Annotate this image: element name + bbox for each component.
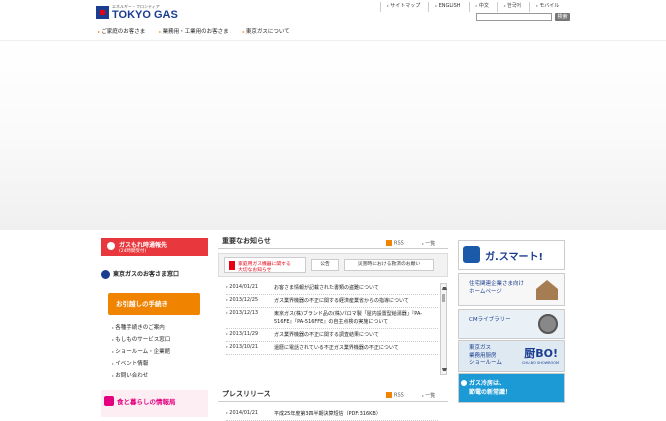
gas-cooling-line2: 節電の新常識！ xyxy=(469,389,512,396)
news-date: 2013/12/25 xyxy=(226,297,274,305)
tab-notice[interactable]: 公告 xyxy=(311,259,339,271)
chubo-logo: 厨BO! xyxy=(524,347,558,360)
customer-link[interactable]: 各種手続きのご案内 xyxy=(112,322,208,334)
news-date: 2014/01/21 xyxy=(226,284,274,292)
news-text[interactable]: ガス業界機器の不正に関する調査結果について xyxy=(274,331,379,339)
showroom-text: 東京ガス 業務用厨房 ショールーム xyxy=(469,345,502,368)
gas-smart-text: ガ.スマート! xyxy=(485,252,544,263)
gas-cooling-banner[interactable]: ガス冷房は、 節電の新常識！ xyxy=(458,373,565,403)
customer-links: 各種手続きのご案内 もしものサービス窓口 ショールーム・企業館 イベント情報 お… xyxy=(112,322,208,382)
showroom-line2: 業務用厨房 xyxy=(469,352,497,359)
customer-window-heading: 東京ガスのお客さま窓口 xyxy=(101,269,208,281)
kitchen-showroom-banner[interactable]: 東京ガス 業務用厨房 ショールーム 厨BO! CHU-BO SHOWROOM xyxy=(458,340,565,372)
showroom-line3: ショールーム xyxy=(469,360,502,366)
gnav-about[interactable]: 東京ガスについて xyxy=(243,27,290,35)
news-rss-link[interactable]: RSS xyxy=(386,240,404,247)
house-icon xyxy=(536,280,558,300)
press-list: 2014/01/21 平成25年度第3四半期決算短信（PDF:316KB） xyxy=(226,408,438,421)
press-section-title: プレスリリース xyxy=(222,390,271,398)
logo-mark-icon xyxy=(96,6,109,19)
scroll-up-icon[interactable] xyxy=(442,287,447,290)
util-link-korean[interactable]: 한국어 xyxy=(496,2,529,12)
search-input[interactable] xyxy=(476,13,552,21)
phone-icon xyxy=(107,242,115,250)
press-rss-link[interactable]: RSS xyxy=(386,392,404,399)
housing-line1: 住宅関連企業さま向け xyxy=(469,281,525,287)
news-scrollbar[interactable] xyxy=(440,283,447,375)
hero-divider xyxy=(0,40,666,41)
film-reel-icon xyxy=(538,314,558,334)
news-item[interactable]: 2014/01/21 お客さま情報が記載された書類の盗難について xyxy=(226,282,438,295)
news-text[interactable]: 東京ガス(株)ブランド品の(株)パロマ製「屋内設置型給湯器」『PA-516FE』… xyxy=(274,310,438,326)
util-link-sitemap[interactable]: サイトマップ xyxy=(380,2,428,12)
moving-procedure-button[interactable]: お引越しの手続き xyxy=(108,293,200,315)
customer-link[interactable]: イベント情報 xyxy=(112,358,208,370)
customer-link[interactable]: お問い合わせ xyxy=(112,370,208,382)
scroll-thumb[interactable] xyxy=(442,294,445,302)
customer-link[interactable]: もしものサービス窓口 xyxy=(112,334,208,346)
customer-link[interactable]: ショールーム・企業館 xyxy=(112,346,208,358)
housing-text: 住宅関連企業さま向け ホームページ xyxy=(469,280,524,296)
global-nav: ご家庭のお客さま 業務用・工業用のお客さま 東京ガスについて xyxy=(98,27,304,35)
logo-text: TOKYO GAS xyxy=(112,9,178,21)
news-all-link[interactable]: 一覧 xyxy=(422,240,435,247)
news-date: 2013/10/21 xyxy=(226,344,274,352)
tab-disaster[interactable]: 災害時における救済のお願い xyxy=(344,259,434,271)
life-heading: 食と暮らしの情報局 xyxy=(117,398,176,406)
utility-nav: サイトマップ ENGLISH 中文 한국어 モバイル xyxy=(380,2,567,12)
util-link-chinese[interactable]: 中文 xyxy=(468,2,497,12)
gas-cooling-text: ガス冷房は、 節電の新常識！ xyxy=(469,379,511,397)
news-section-title: 重要なお知らせ xyxy=(222,237,271,245)
news-text[interactable]: お客さま情報が記載された書類の盗難について xyxy=(274,284,379,292)
news-divider xyxy=(218,248,448,249)
leaf-icon xyxy=(461,380,467,386)
news-text[interactable]: 還暦に電話されている不正ガス業界機器の不正について xyxy=(274,344,399,352)
showroom-line1: 東京ガス xyxy=(469,345,492,351)
housing-line2: ホームページ xyxy=(469,289,502,295)
press-divider xyxy=(218,401,448,402)
life-icon xyxy=(104,396,114,406)
chubo-sub: CHU-BO SHOWROOM xyxy=(521,361,559,365)
util-link-english[interactable]: ENGLISH xyxy=(428,2,468,12)
cm-library-banner[interactable]: CMライブラリー xyxy=(458,309,565,339)
cm-library-text: CMライブラリー xyxy=(469,317,511,323)
news-item[interactable]: 2013/12/25 ガス業界機器の不正に関する経済産業省からの指導について xyxy=(226,295,438,308)
news-item[interactable]: 2013/11/29 ガス業界機器の不正に関する調査結果について xyxy=(226,329,438,342)
life-info-banner[interactable]: 食と暮らしの情報局 xyxy=(101,390,208,417)
scroll-down-icon[interactable] xyxy=(442,368,447,371)
leak-subtitle: (24時間受付) xyxy=(119,249,147,254)
gas-smart-banner[interactable]: ガ.スマート! xyxy=(458,240,565,270)
news-date: 2013/12/13 xyxy=(226,310,274,326)
tokyo-gas-logo[interactable]: エネルギー・フロンティア TOKYO GAS xyxy=(96,4,186,24)
housing-companies-banner[interactable]: 住宅関連企業さま向け ホームページ xyxy=(458,273,565,306)
gas-cooling-line1: ガス冷房は、 xyxy=(469,380,506,387)
news-item[interactable]: 2013/10/21 還暦に電話されている不正ガス業界機器の不正について xyxy=(226,342,438,355)
alert-icon xyxy=(229,261,235,270)
news-date: 2013/11/29 xyxy=(226,331,274,339)
gnav-home-customers[interactable]: ご家庭のお客さま xyxy=(98,27,145,35)
news-list: 2014/01/21 お客さま情報が記載された書類の盗難について 2013/12… xyxy=(226,282,438,355)
gas-smart-icon xyxy=(463,246,480,263)
tab-important-appliance[interactable]: 家庭用ガス機器に関する 大切なお知らせ xyxy=(224,257,306,273)
util-link-mobile[interactable]: モバイル xyxy=(528,2,567,12)
customer-icon xyxy=(101,270,110,279)
customer-heading-text: 東京ガスのお客さま窓口 xyxy=(113,271,180,278)
gnav-business-customers[interactable]: 業務用・工業用のお客さま xyxy=(159,27,229,35)
press-item[interactable]: 2014/01/21 平成25年度第3四半期決算短信（PDF:316KB） xyxy=(226,408,438,421)
search-button[interactable]: 検索 xyxy=(555,13,570,21)
news-text[interactable]: ガス業界機器の不正に関する経済産業省からの指導について xyxy=(274,297,409,305)
press-all-link[interactable]: 一覧 xyxy=(422,392,435,399)
tab-important-line2: 大切なお知らせ xyxy=(238,268,272,273)
gas-leak-banner[interactable]: ガスもれ時通報先 (24時間受付) xyxy=(101,238,208,256)
news-item[interactable]: 2013/12/13 東京ガス(株)ブランド品の(株)パロマ製「屋内設置型給湯器… xyxy=(226,308,438,329)
hero-area xyxy=(0,40,666,230)
